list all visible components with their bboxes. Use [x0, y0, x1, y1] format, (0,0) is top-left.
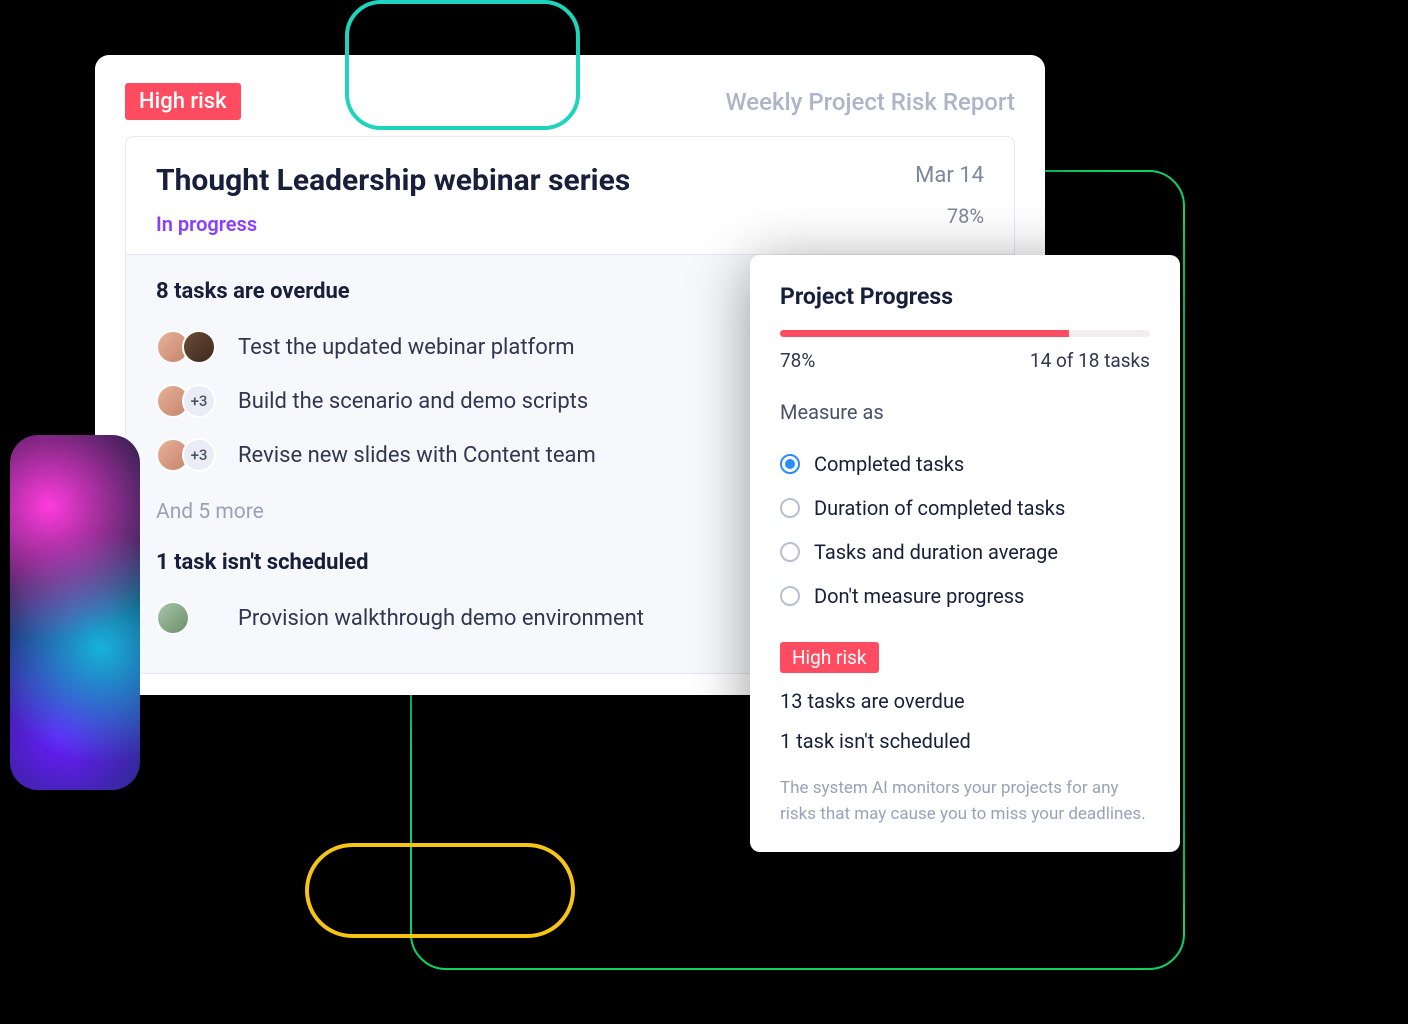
measure-option-average[interactable]: Tasks and duration average	[780, 530, 1150, 574]
assignee-avatars	[156, 601, 238, 635]
avatar	[182, 330, 216, 364]
radio-icon	[780, 454, 800, 474]
project-progress-card: Project Progress 78% 14 of 18 tasks Meas…	[750, 255, 1180, 852]
option-label: Don't measure progress	[814, 584, 1024, 608]
avatar-more-count: +3	[182, 384, 216, 418]
progress-pct-label: 78%	[780, 349, 815, 372]
radio-icon	[780, 498, 800, 518]
option-label: Completed tasks	[814, 452, 964, 476]
project-title: Thought Leadership webinar series	[156, 163, 630, 198]
project-date: Mar 14	[915, 163, 984, 188]
risk-badge: High risk	[125, 83, 241, 120]
avatar	[156, 601, 190, 635]
project-pct: 78%	[915, 204, 984, 228]
measure-as-label: Measure as	[780, 400, 1150, 424]
measure-option-none[interactable]: Don't measure progress	[780, 574, 1150, 618]
risk-overdue-summary: 13 tasks are overdue	[780, 689, 1150, 713]
radio-icon	[780, 586, 800, 606]
option-label: Duration of completed tasks	[814, 496, 1065, 520]
assignee-avatars: +3	[156, 438, 238, 472]
measure-option-completed-tasks[interactable]: Completed tasks	[780, 442, 1150, 486]
risk-unscheduled-summary: 1 task isn't scheduled	[780, 729, 1150, 753]
risk-help-text: The system AI monitors your projects for…	[780, 775, 1150, 828]
radio-icon	[780, 542, 800, 562]
option-label: Tasks and duration average	[814, 540, 1058, 564]
project-status: In progress	[156, 212, 630, 236]
decorative-rect-teal	[345, 0, 580, 130]
avatar-more-count: +3	[182, 438, 216, 472]
progress-title: Project Progress	[780, 283, 1150, 310]
progress-bar-fill	[780, 330, 1069, 337]
report-subtitle: Weekly Project Risk Report	[726, 88, 1016, 116]
decorative-art-thumbnail	[10, 435, 140, 790]
assignee-avatars	[156, 330, 238, 364]
progress-bar	[780, 330, 1150, 337]
progress-count-label: 14 of 18 tasks	[1030, 349, 1150, 372]
decorative-rect-yellow	[305, 843, 575, 938]
assignee-avatars: +3	[156, 384, 238, 418]
measure-option-duration[interactable]: Duration of completed tasks	[780, 486, 1150, 530]
risk-badge: High risk	[780, 642, 879, 673]
